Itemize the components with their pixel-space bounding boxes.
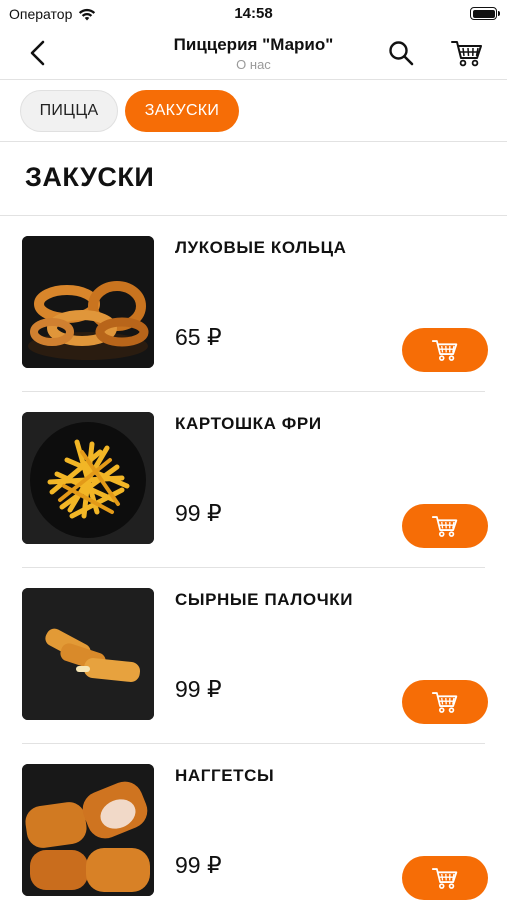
section-title: ЗАКУСКИ [25,162,155,192]
page-title: Пиццерия "Марио" [173,35,334,54]
cart-icon [431,516,458,537]
product-price: 99 ₽ [175,500,222,526]
add-to-cart-button[interactable] [402,680,488,724]
product-item: НАГГЕТСЫ 99 ₽ [0,744,507,900]
product-name: НАГГЕТСЫ [175,766,275,785]
add-to-cart-button[interactable] [402,504,488,548]
status-bar: Оператор 14:58 [0,0,507,28]
cart-icon[interactable] [450,37,484,69]
cart-icon [431,340,458,361]
category-tabs: ПИЦЦА ЗАКУСКИ [0,80,507,142]
add-to-cart-button[interactable] [402,856,488,900]
product-price: 99 ₽ [175,676,222,702]
product-item: ЛУКОВЫЕ КОЛЬЦА 65 ₽ [0,216,507,392]
search-icon[interactable] [386,38,416,68]
product-name: СЫРНЫЕ ПАЛОЧКИ [175,590,354,609]
battery-icon [470,7,500,20]
cart-icon [431,868,458,889]
onion-rings-image [22,236,154,368]
tab-pizza[interactable]: ПИЦЦА [20,90,118,132]
cheese-sticks-image [22,588,154,720]
add-to-cart-button[interactable] [402,328,488,372]
product-name: ЛУКОВЫЕ КОЛЬЦА [175,238,347,257]
product-name: КАРТОШКА ФРИ [175,414,322,433]
nuggets-image [22,764,154,896]
tab-snacks[interactable]: ЗАКУСКИ [125,90,239,132]
navigation-bar: Пиццерия "Марио" О нас [0,28,507,80]
clock: 14:58 [234,5,273,22]
french-fries-image [22,412,154,544]
product-price: 65 ₽ [175,324,222,350]
cart-icon [431,692,458,713]
about-link[interactable]: О нас [0,57,507,72]
product-item: СЫРНЫЕ ПАЛОЧКИ 99 ₽ [0,568,507,744]
product-price: 99 ₽ [175,852,222,878]
product-item: КАРТОШКА ФРИ 99 ₽ [0,392,507,568]
